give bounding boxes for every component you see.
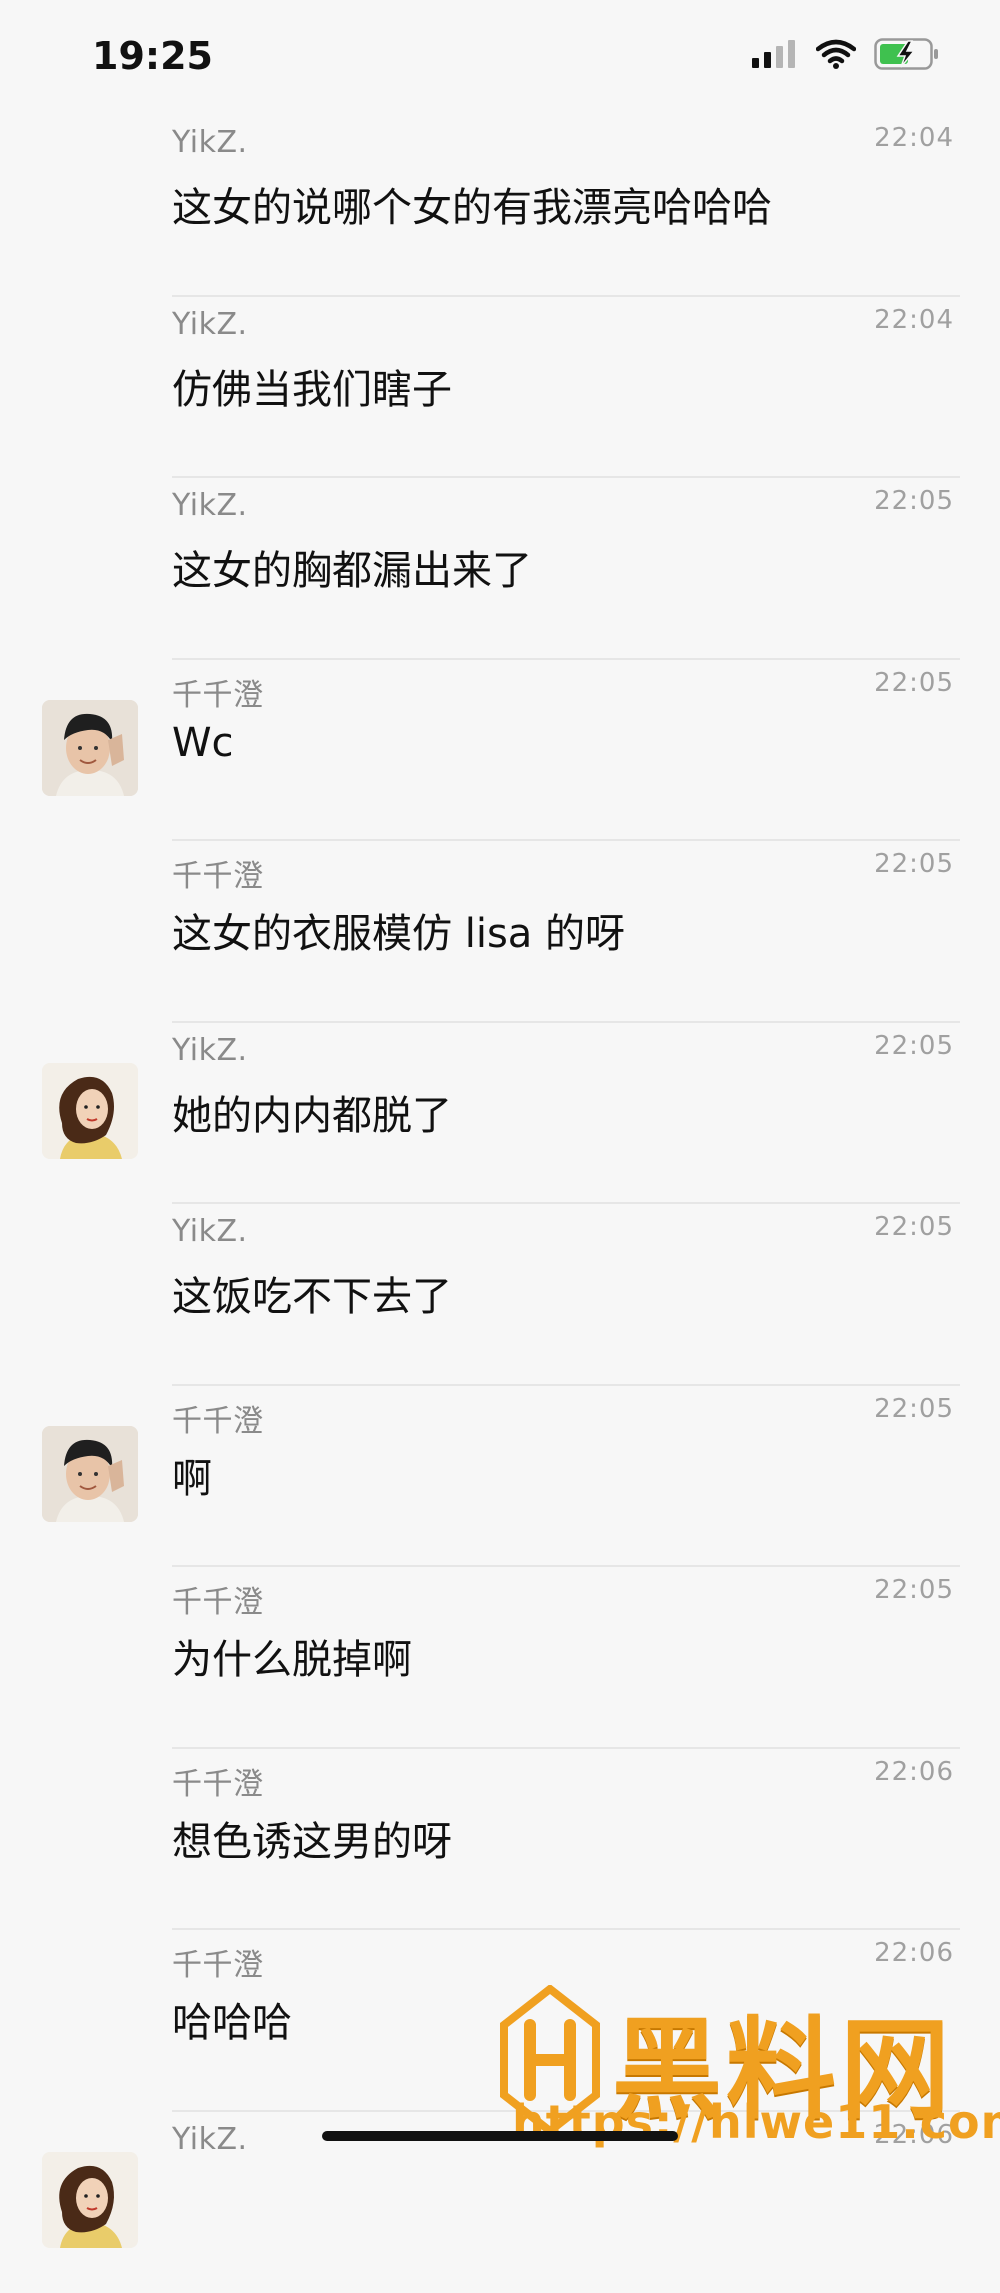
message-row[interactable]: 千千澄 22:05 为什么脱掉啊	[0, 1567, 1000, 1749]
message-text: 她的内内都脱了	[172, 1083, 452, 1141]
home-indicator[interactable]	[322, 2131, 678, 2141]
message-text: 啊	[172, 1446, 212, 1504]
sender-name: 千千澄	[172, 1396, 264, 1440]
message-time: 22:05	[874, 849, 954, 879]
message-row[interactable]: 千千澄 22:05 啊	[0, 1386, 1000, 1568]
person-avatar[interactable]	[42, 1426, 138, 1522]
message-time: 22:05	[874, 1575, 954, 1605]
sender-name: 千千澄	[172, 1759, 264, 1803]
person-avatar[interactable]	[42, 700, 138, 796]
message-text: 为什么脱掉啊	[172, 1627, 412, 1685]
sender-name: YikZ.	[172, 488, 248, 523]
message-time: 22:06	[874, 1757, 954, 1787]
message-row[interactable]: YikZ. 22:04 这女的说哪个女的有我漂亮哈哈哈	[0, 115, 1000, 297]
message-row[interactable]: 千千澄 22:05 Wc	[0, 660, 1000, 842]
message-text: 哈哈哈	[172, 1990, 292, 2048]
message-time: 22:06	[874, 1938, 954, 1968]
message-row[interactable]: YikZ. 22:05 这女的胸都漏出来了	[0, 478, 1000, 660]
princess-avatar[interactable]	[42, 1063, 138, 1159]
message-time: 22:05	[874, 1031, 954, 1061]
message-time: 22:05	[874, 1212, 954, 1242]
message-row[interactable]: 千千澄 22:05 这女的衣服模仿 lisa 的呀	[0, 841, 1000, 1023]
message-text: 这女的说哪个女的有我漂亮哈哈哈	[172, 175, 772, 233]
princess-avatar[interactable]	[42, 2152, 138, 2248]
sender-name: YikZ.	[172, 125, 248, 160]
message-text: 想色诱这男的呀	[172, 1809, 452, 1867]
status-bar: 19:25	[0, 0, 1000, 115]
sender-name: 千千澄	[172, 1577, 264, 1621]
sender-name: YikZ.	[172, 1033, 248, 1068]
status-icons	[752, 38, 940, 70]
message-text: 仿佛当我们瞎子	[172, 357, 452, 415]
message-list: YikZ. 22:04 这女的说哪个女的有我漂亮哈哈哈 YikZ. 22:04 …	[0, 115, 1000, 2293]
message-time: 22:05	[874, 1394, 954, 1424]
message-text: 这饭吃不下去了	[172, 1264, 452, 1322]
battery-charging-icon	[874, 38, 940, 70]
message-text: Wc	[172, 720, 234, 766]
sender-name: 千千澄	[172, 1940, 264, 1984]
message-text: 这女的胸都漏出来了	[172, 538, 532, 596]
message-time: 22:04	[874, 305, 954, 335]
message-row[interactable]: YikZ. 22:05 这饭吃不下去了	[0, 1204, 1000, 1386]
message-time: 22:05	[874, 486, 954, 516]
wifi-icon	[816, 39, 856, 69]
message-text: 这女的衣服模仿 lisa 的呀	[172, 901, 625, 959]
sender-name: 千千澄	[172, 851, 264, 895]
sender-name: YikZ.	[172, 307, 248, 342]
message-row[interactable]: 千千澄 22:06 想色诱这男的呀	[0, 1749, 1000, 1931]
message-row[interactable]: YikZ. 22:05 她的内内都脱了	[0, 1023, 1000, 1205]
message-time: 22:04	[874, 123, 954, 153]
status-time: 19:25	[92, 34, 213, 78]
cellular-signal-icon	[752, 40, 798, 68]
message-time: 22:05	[874, 668, 954, 698]
sender-name: YikZ.	[172, 1214, 248, 1249]
sender-name: YikZ.	[172, 2122, 248, 2157]
message-row[interactable]: YikZ. 22:04 仿佛当我们瞎子	[0, 297, 1000, 479]
sender-name: 千千澄	[172, 670, 264, 714]
